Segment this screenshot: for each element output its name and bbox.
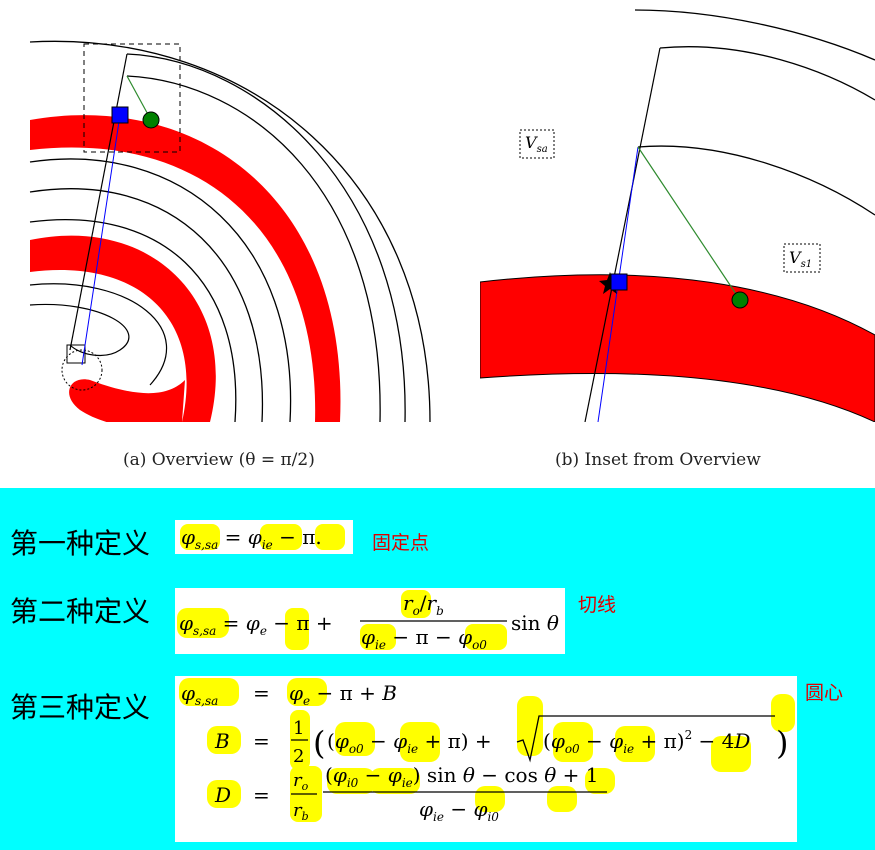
scroll-wall-outer-2: [126, 53, 406, 422]
def1-note: 固定点: [372, 532, 430, 554]
svg-text:): ): [776, 724, 788, 762]
svg-text:φie − φi0: φie − φi0: [419, 797, 499, 824]
def3-formula: φs,sa = φe − π + B B = 1 2 ( (φo0 − φie …: [175, 676, 797, 842]
svg-text:=: =: [253, 783, 270, 807]
scroll-wall-inner-1: [29, 283, 168, 386]
svg-text:D: D: [214, 783, 231, 807]
inset-red-scroll: [480, 274, 875, 422]
fixed-scroll-inner-tip: [69, 379, 185, 422]
def2-label: 第二种定义: [10, 595, 151, 628]
overview-diagram: [29, 40, 431, 422]
svg-text:sin θ: sin θ: [511, 611, 559, 635]
inset-point-square: [610, 273, 628, 291]
inset-diagram: Vsa Vs1: [480, 9, 875, 422]
point-circle: [142, 111, 160, 129]
def2-note: 切线: [578, 594, 617, 616]
definitions-panel: 第一种定义 φs,sa = φie − π. 固定点 第二种定义 φs,sa =…: [0, 488, 875, 850]
inset-wall-1: [634, 9, 875, 61]
caption-overview: (a) Overview (θ = π/2): [123, 450, 315, 470]
svg-text:B: B: [214, 729, 230, 753]
svg-text:(φi0 − φie) sin θ − cos θ + 1: (φi0 − φie) sin θ − cos θ + 1: [325, 763, 598, 790]
figure-panel: Vsa Vs1 (a) Overview (θ = π/2) (b) Inset…: [0, 0, 875, 488]
tangent-line-black: [69, 53, 128, 351]
def3-note: 圆心: [805, 682, 844, 704]
vsa-label: Vsa: [525, 133, 548, 155]
svg-text:(: (: [313, 724, 325, 762]
def3-label: 第三种定义: [10, 691, 151, 724]
inset-point-circle: [731, 291, 749, 309]
svg-text:1: 1: [293, 718, 304, 739]
scroll-wall-outer-1: [29, 40, 431, 422]
svg-text:=: =: [253, 729, 270, 753]
point-square: [111, 106, 129, 124]
def1-formula: φs,sa = φie − π.: [175, 520, 353, 554]
scroll-wall-inner-2: [29, 303, 130, 357]
vs1-label: Vs1: [789, 248, 812, 270]
def2-formula: φs,sa = φe − π + ro/rb φie − π − φo0 sin…: [175, 588, 565, 654]
svg-text:=: =: [253, 681, 270, 705]
caption-inset: (b) Inset from Overview: [555, 450, 761, 470]
svg-text:ro/rb: ro/rb: [403, 591, 444, 618]
svg-text:2: 2: [293, 746, 304, 767]
def1-label: 第一种定义: [10, 527, 151, 560]
inset-wall-3: [637, 145, 875, 216]
inset-wall-2: [659, 46, 875, 101]
